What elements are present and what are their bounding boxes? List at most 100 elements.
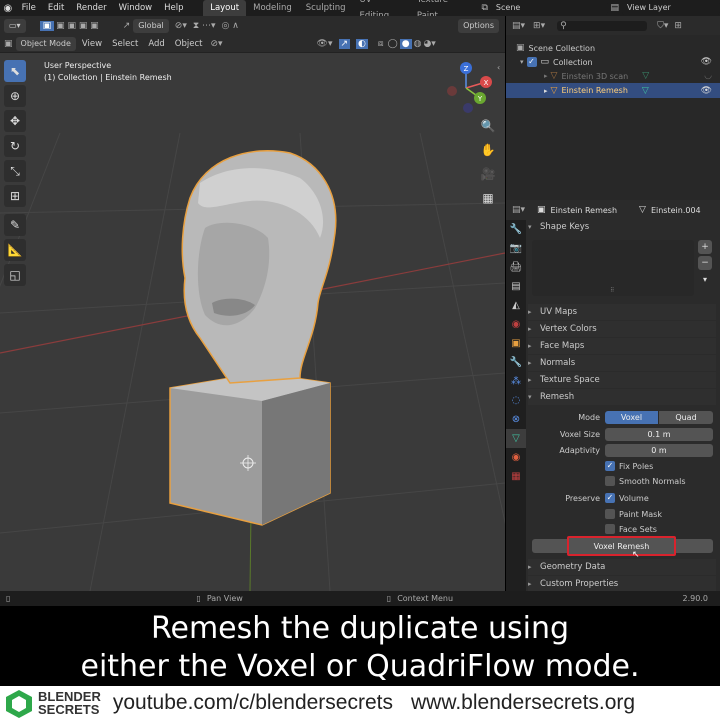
- move-tool-icon[interactable]: ✥: [4, 110, 26, 132]
- 3d-viewport[interactable]: Z X Y User Perspective (1) Collection | …: [0, 53, 505, 591]
- collection-visibility-icon[interactable]: 👁: [701, 57, 712, 67]
- mode-dropdown[interactable]: Object Mode: [15, 36, 76, 51]
- navigation-gizmo[interactable]: Z X Y: [447, 62, 492, 113]
- panel-uv-maps[interactable]: ▸ UV Maps: [528, 304, 716, 320]
- tab-sculpting[interactable]: Sculpting: [299, 0, 353, 16]
- adaptivity-field[interactable]: 0 m: [605, 444, 713, 457]
- blender-logo-icon[interactable]: ◉: [0, 3, 16, 14]
- panel-face-maps[interactable]: ▸ Face Maps: [528, 338, 716, 354]
- transform-tool-icon[interactable]: ⊞: [4, 185, 26, 207]
- menu-edit[interactable]: Edit: [42, 0, 70, 16]
- menu-object[interactable]: Object: [175, 39, 203, 49]
- checkbox-unchecked-icon[interactable]: [605, 509, 615, 519]
- constraints-tab-icon[interactable]: ⊗: [506, 410, 526, 429]
- preserve-volume-checkbox[interactable]: ✓ Volume: [605, 493, 649, 503]
- viewport-collapse-icon[interactable]: ‹: [497, 63, 500, 72]
- filter-icon[interactable]: ⛉▾: [657, 21, 668, 31]
- panel-texture-space[interactable]: ▸ Texture Space: [528, 372, 716, 388]
- outliner-root[interactable]: ▣ Scene Collection: [506, 41, 720, 55]
- panel-vertex-colors[interactable]: ▸ Vertex Colors: [528, 321, 716, 337]
- material-tab-icon[interactable]: ◉: [506, 448, 526, 467]
- checkbox-unchecked-icon[interactable]: [605, 476, 615, 486]
- gizmo-toggle-icon[interactable]: ↗: [338, 38, 351, 49]
- website-link[interactable]: www.blendersecrets.org: [411, 691, 635, 715]
- visibility-icon[interactable]: 👁▾: [317, 39, 333, 49]
- shape-keys-list[interactable]: ⠿: [532, 240, 694, 296]
- preserve-face-sets-checkbox[interactable]: Face Sets: [605, 524, 657, 534]
- menu-select[interactable]: Select: [112, 39, 138, 49]
- select-tool-icon[interactable]: ⬉: [4, 60, 26, 82]
- preserve-paint-mask-checkbox[interactable]: Paint Mask: [605, 509, 662, 519]
- grid-icon[interactable]: ▦: [478, 191, 498, 215]
- camera-icon[interactable]: 🎥: [478, 167, 498, 191]
- orientation-dropdown[interactable]: Global: [133, 18, 169, 33]
- expand-chevron-icon[interactable]: ▾: [520, 58, 524, 66]
- mesh-data-tab-icon[interactable]: ▽: [506, 429, 526, 448]
- panel-shape-keys[interactable]: ▾ Shape Keys: [528, 219, 716, 235]
- hidden-eye-icon[interactable]: ◡: [704, 71, 712, 81]
- outliner-editor-icon[interactable]: ▤▾: [512, 21, 525, 31]
- tool-tab-icon[interactable]: 🔧: [506, 220, 526, 239]
- zoom-icon[interactable]: 🔍: [478, 119, 498, 143]
- object-menu-chevron-icon[interactable]: ⊘▾: [210, 39, 222, 49]
- options-dropdown[interactable]: Options: [458, 18, 499, 33]
- object-tab-icon[interactable]: ▣: [506, 334, 526, 353]
- shape-key-menu-chevron-icon[interactable]: ▾: [698, 275, 712, 284]
- view-layer-field[interactable]: View Layer: [622, 1, 720, 15]
- expand-chevron-icon[interactable]: ▸: [544, 87, 548, 95]
- outliner-item-selected[interactable]: ▸ ▽ Einstein Remesh ▽ 👁: [506, 83, 720, 98]
- expand-chevron-icon[interactable]: ▸: [544, 72, 548, 80]
- voxel-remesh-button[interactable]: Voxel Remesh: [567, 536, 676, 556]
- shading-render-icon[interactable]: ◕▾: [423, 39, 435, 49]
- menu-window[interactable]: Window: [113, 0, 159, 16]
- smooth-normals-checkbox[interactable]: Smooth Normals: [605, 476, 686, 486]
- properties-editor-icon[interactable]: ▤▾: [512, 205, 525, 215]
- menu-add[interactable]: Add: [148, 39, 164, 49]
- editor-type-icon[interactable]: ▣: [4, 39, 13, 49]
- shading-solid-icon[interactable]: ●: [399, 38, 412, 49]
- menu-help[interactable]: Help: [158, 0, 189, 16]
- remove-shape-key-button[interactable]: −: [698, 256, 712, 270]
- outliner-collection[interactable]: ▾ ✓ ▭ Collection 👁: [506, 55, 720, 69]
- xray-icon[interactable]: ⧈: [378, 39, 384, 49]
- mode-quad-button[interactable]: Quad: [659, 411, 713, 424]
- list-resize-handle[interactable]: ⠿: [610, 287, 614, 294]
- rotate-tool-icon[interactable]: ↻: [4, 135, 26, 157]
- mode-voxel-button[interactable]: Voxel: [605, 411, 658, 424]
- measure-tool-icon[interactable]: 📐: [4, 239, 26, 261]
- snap-icon[interactable]: ⧗ ⋯▾: [193, 21, 216, 31]
- view-layer-tab-icon[interactable]: ▤: [506, 277, 526, 296]
- select-mode-icon[interactable]: ▭▾: [4, 18, 26, 33]
- scene-field[interactable]: Scene: [490, 1, 609, 15]
- new-collection-icon[interactable]: ⊞: [674, 21, 682, 31]
- menu-file[interactable]: File: [16, 0, 42, 16]
- cursor-tool-icon[interactable]: ⊕: [4, 85, 26, 107]
- scale-tool-icon[interactable]: ⤡: [4, 160, 26, 182]
- visibility-eye-icon[interactable]: 👁: [701, 86, 712, 96]
- particles-tab-icon[interactable]: ⁂: [506, 372, 526, 391]
- panel-geometry-data[interactable]: ▸ Geometry Data: [528, 559, 716, 575]
- shading-material-icon[interactable]: ◍: [414, 39, 422, 49]
- render-tab-icon[interactable]: 📷: [506, 239, 526, 258]
- fix-poles-checkbox[interactable]: ✓ Fix Poles: [605, 461, 653, 471]
- panel-remesh[interactable]: ▾ Remesh: [528, 389, 716, 405]
- output-tab-icon[interactable]: 🖨: [506, 258, 526, 277]
- menu-render[interactable]: Render: [70, 0, 112, 16]
- panel-custom-properties[interactable]: ▸ Custom Properties: [528, 576, 716, 592]
- outliner[interactable]: ▤▾ ⊞▾ ⚲ ⛉▾ ⊞ ▣ Scene Collection ▾ ✓ ▭ Co…: [506, 16, 720, 200]
- checkbox-checked-icon[interactable]: ✓: [605, 461, 615, 471]
- annotate-tool-icon[interactable]: ✎: [4, 214, 26, 236]
- physics-tab-icon[interactable]: ◌: [506, 391, 526, 410]
- checkbox-checked-icon[interactable]: ✓: [605, 493, 615, 503]
- select-extend-icon[interactable]: ▣ ▣ ▣ ▣: [56, 21, 99, 31]
- proportional-icon[interactable]: ◎ ∧: [222, 21, 239, 31]
- tab-modeling[interactable]: Modeling: [246, 0, 299, 16]
- collection-checkbox[interactable]: ✓: [526, 57, 537, 67]
- scene-icon[interactable]: ⧉: [481, 3, 487, 13]
- display-mode-icon[interactable]: ⊞▾: [533, 21, 545, 31]
- outliner-search-icon[interactable]: ⚲: [557, 20, 648, 31]
- world-tab-icon[interactable]: ◉: [506, 315, 526, 334]
- texture-tab-icon[interactable]: ▦: [506, 467, 526, 486]
- view-layer-icon[interactable]: ▤: [610, 3, 619, 13]
- modifier-tab-icon[interactable]: 🔧: [506, 353, 526, 372]
